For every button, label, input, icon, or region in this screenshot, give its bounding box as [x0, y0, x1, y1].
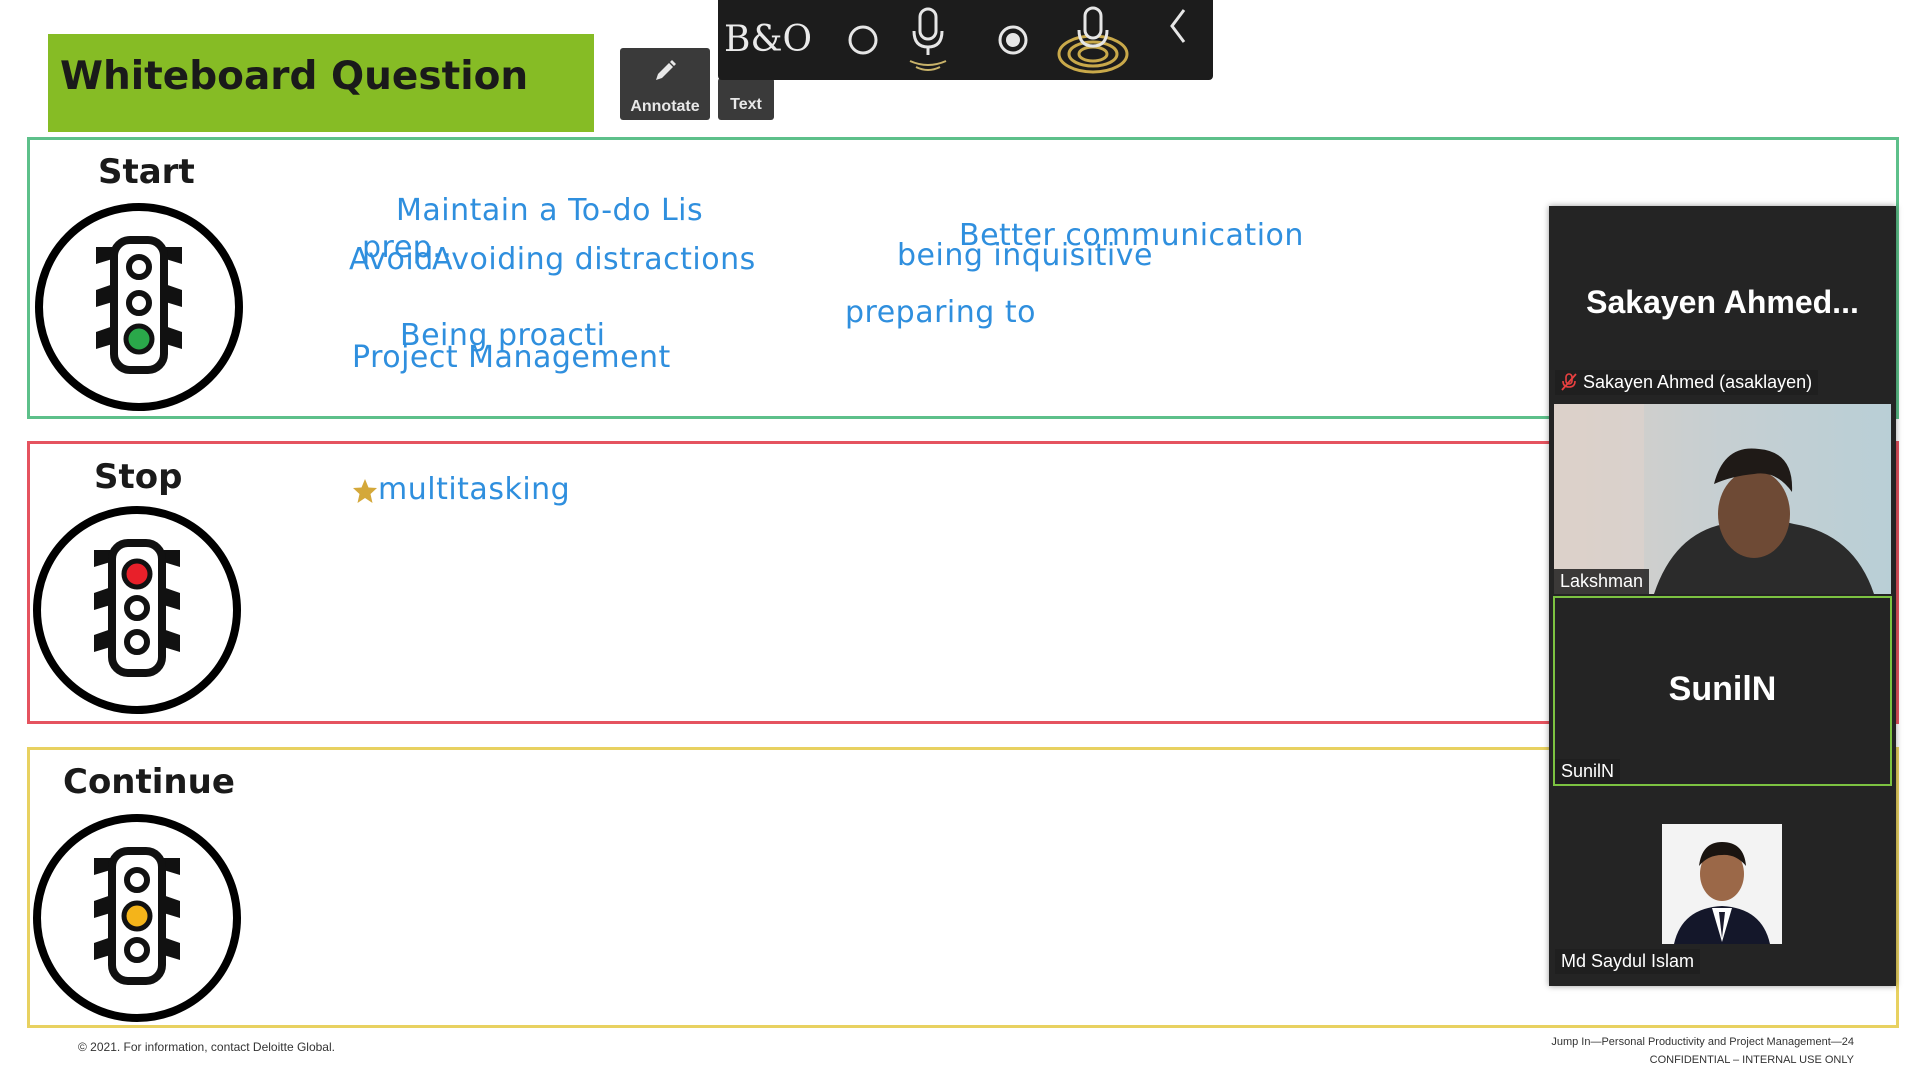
muted-mic-icon — [1561, 373, 1577, 391]
pencil-icon — [656, 60, 676, 80]
note-project-management: Project Management — [352, 340, 671, 375]
slide-footer-info: Jump In—Personal Productivity and Projec… — [1551, 1033, 1854, 1069]
note-avoid: Avoid — [349, 242, 434, 277]
voice-active-icon[interactable] — [1053, 0, 1133, 80]
note-multitasking: multitasking — [378, 472, 571, 507]
active-speaker-tag-text: Sakayen Ahmed (asaklayen) — [1583, 372, 1813, 392]
note-todo: Maintain a To-do Lis — [396, 193, 704, 228]
circle-icon[interactable] — [838, 0, 888, 80]
active-speaker-tag: Sakayen Ahmed (asaklayen) — [1555, 370, 1819, 395]
lakshman-video-tile[interactable]: Lakshman — [1554, 404, 1891, 594]
slide-title: Whiteboard Question — [60, 54, 529, 99]
saydul-name-tag: Md Saydul Islam — [1555, 949, 1701, 974]
footer-confidential-line: CONFIDENTIAL – INTERNAL USE ONLY — [1649, 1054, 1854, 1066]
avatar — [1662, 824, 1782, 944]
annotate-label: Annotate — [630, 98, 700, 115]
annotate-button[interactable]: Annotate — [620, 48, 710, 120]
bo-logo-icon[interactable]: B&O — [724, 0, 812, 80]
sunil-tile[interactable]: SunilN SunilN — [1553, 596, 1892, 786]
green-traffic-light-icon — [35, 203, 243, 411]
yellow-traffic-light-icon — [33, 814, 241, 1022]
note-preparing-to: preparing to — [845, 295, 1036, 330]
sunil-center-name: SunilN — [1668, 670, 1777, 708]
microphone-icon[interactable] — [898, 0, 958, 80]
video-feed-image — [1554, 404, 1891, 594]
copyright-footer: © 2021. For information, contact Deloitt… — [78, 1040, 335, 1054]
slide-title-banner: Whiteboard Question — [48, 34, 594, 132]
text-button[interactable]: Text — [718, 78, 774, 120]
footer-course-line: Jump In—Personal Productivity and Projec… — [1551, 1036, 1854, 1048]
sunil-name-tag: SunilN — [1555, 759, 1621, 784]
bo-logo-text: B&O — [724, 19, 813, 60]
note-being-inquisitive: being inquisitive — [897, 238, 1153, 273]
star-icon — [353, 479, 377, 503]
red-traffic-light-icon — [33, 506, 241, 714]
note-avoiding-distractions: Avoiding distractions — [432, 242, 756, 277]
text-label: Text — [730, 96, 762, 113]
active-speaker-name: Sakayen Ahmed... — [1586, 284, 1859, 320]
lakshman-name-tag: Lakshman — [1554, 569, 1650, 594]
stop-label: Stop — [94, 457, 183, 497]
participant-video-panel[interactable]: Sakayen Ahmed... Sakayen Ahmed (asaklaye… — [1549, 206, 1896, 986]
record-icon[interactable] — [988, 0, 1038, 80]
collapse-chevron-icon[interactable] — [1158, 0, 1198, 86]
continue-label: Continue — [63, 762, 235, 802]
start-label: Start — [98, 152, 195, 192]
meeting-toolbar: B&O — [718, 0, 1213, 80]
